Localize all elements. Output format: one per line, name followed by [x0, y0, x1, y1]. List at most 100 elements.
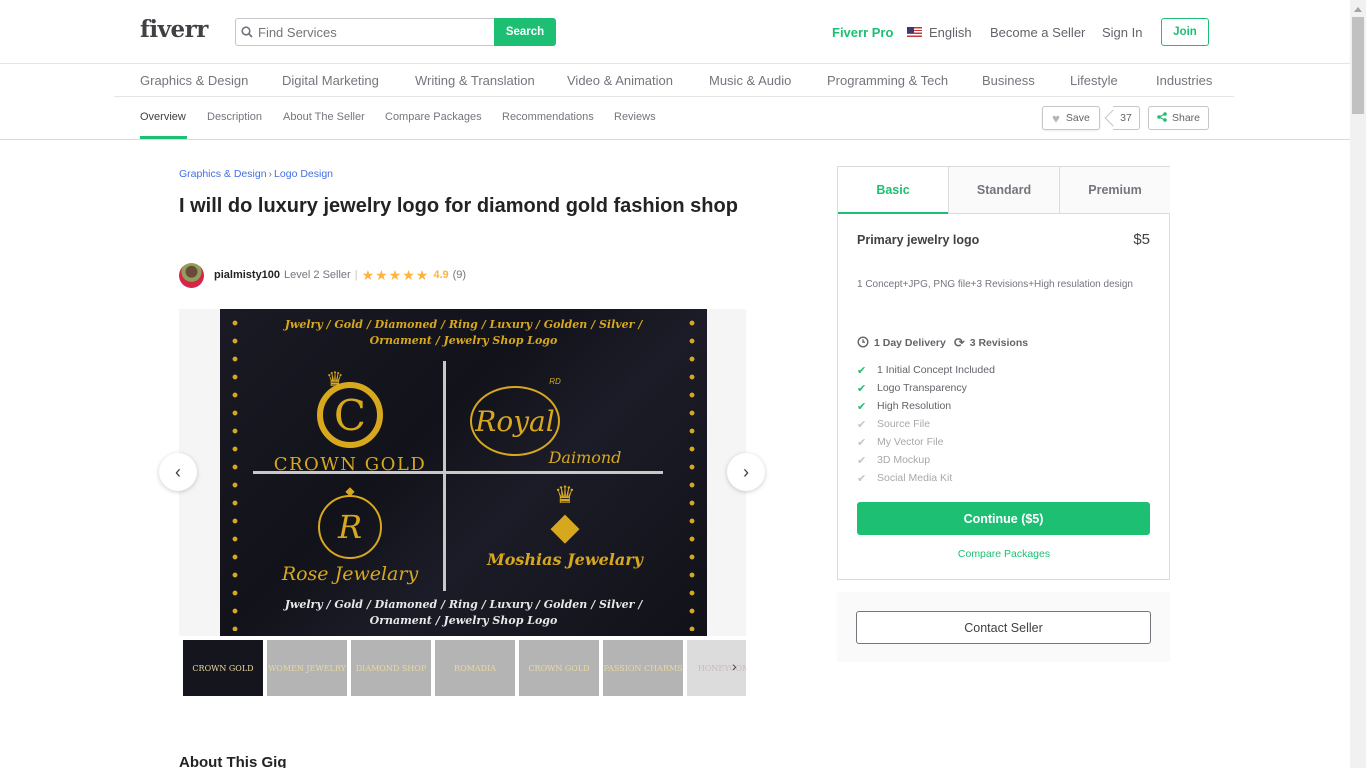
package-tab-basic[interactable]: Basic [838, 167, 948, 214]
search-field[interactable] [235, 18, 495, 46]
diamond-icon: ◆ [345, 484, 355, 498]
share-label: Share [1171, 112, 1201, 124]
check-icon: ✔ [857, 436, 867, 449]
scrollbar-thumb[interactable] [1352, 17, 1364, 114]
thumbnail-next-icon[interactable]: › [732, 658, 737, 674]
thumbnail-label: DIAMOND SHOP [355, 663, 427, 673]
image-divider-vertical [443, 361, 446, 591]
page-scrollbar[interactable] [1350, 0, 1366, 768]
about-gig-heading: About This Gig [179, 754, 287, 768]
seller-avatar[interactable] [179, 262, 204, 288]
thumbnail[interactable]: CROWN GOLD [519, 640, 599, 696]
check-icon: ✔ [857, 472, 867, 485]
tab-about-seller[interactable]: About The Seller [283, 111, 365, 123]
decorative-dots-right [689, 314, 695, 631]
logo-mark: Royal [475, 404, 555, 438]
thumbnail[interactable]: HONEYCOMB [687, 640, 746, 696]
chevron-left-icon: ‹ [175, 461, 181, 482]
fiverr-pro-link[interactable]: Fiverr Pro [832, 0, 893, 64]
category-lifestyle[interactable]: Lifestyle [1070, 73, 1118, 88]
contact-panel: Contact Seller [837, 592, 1170, 662]
search-button[interactable]: Search [494, 18, 556, 46]
category-business[interactable]: Business [982, 73, 1035, 88]
breadcrumb-graphics-design[interactable]: Graphics & Design [179, 168, 267, 180]
category-programming-tech[interactable]: Programming & Tech [827, 73, 948, 88]
tab-description[interactable]: Description [207, 111, 262, 123]
package-name: Primary jewelry logo [857, 233, 980, 247]
thumbnail-label: CROWN GOLD [192, 663, 254, 673]
feature-label: Logo Transparency [877, 382, 967, 394]
become-seller-link[interactable]: Become a Seller [990, 0, 1085, 64]
search-input[interactable] [258, 24, 478, 40]
thumbnail-strip: CROWN GOLD WOMEN JEWELRY DIAMOND SHOP RO… [183, 640, 746, 696]
tab-overview[interactable]: Overview [140, 111, 186, 123]
package-features: ✔ 1 Initial Concept Included ✔ Logo Transp… [857, 361, 995, 487]
join-button[interactable]: Join [1161, 18, 1209, 46]
category-industries[interactable]: Industries [1156, 73, 1212, 88]
logo-name: Rose Jewelary [281, 563, 419, 585]
gallery-prev-button[interactable]: ‹ [159, 453, 197, 491]
logo-crown-gold: ♛ C CROWN GOLD [260, 367, 440, 475]
thumbnail-label: HONEYCOMB [697, 663, 746, 673]
crown-icon: ♛ [554, 482, 576, 509]
seller-username[interactable]: pialmisty100 [214, 269, 280, 281]
feature-item: ✔ High Resolution [857, 397, 995, 415]
share-button[interactable]: Share [1148, 106, 1209, 130]
us-flag-icon [907, 27, 922, 37]
tab-compare-packages[interactable]: Compare Packages [385, 111, 482, 123]
save-button[interactable]: ♥ Save [1042, 106, 1100, 130]
package-tab-standard[interactable]: Standard [948, 167, 1059, 214]
scroll-up-arrow-icon[interactable] [1354, 7, 1362, 12]
feature-label: High Resolution [877, 400, 952, 412]
rating-count[interactable]: (9) [453, 269, 466, 281]
check-icon: ✔ [857, 382, 867, 395]
save-count-value: 37 [1120, 112, 1132, 124]
thumbnail[interactable]: CROWN GOLD [183, 640, 263, 696]
image-footer-text: Jwelry / Gold / Diamoned / Ring / Luxury… [220, 597, 707, 629]
category-video-animation[interactable]: Video & Animation [567, 73, 673, 88]
logo-mark: R [318, 495, 382, 559]
seller-level: Level 2 Seller [284, 269, 351, 281]
delivery-time: 1 Day Delivery [857, 335, 946, 351]
thumbnail-label: WOMEN JEWELRY [268, 663, 346, 673]
gallery-next-button[interactable]: › [727, 453, 765, 491]
tab-recommendations[interactable]: Recommendations [502, 111, 594, 123]
heart-icon: ♥ [1052, 110, 1060, 126]
sign-in-link[interactable]: Sign In [1102, 0, 1142, 64]
star-rating-icon: ★★★★★ [361, 266, 430, 283]
feature-label: Source File [877, 418, 931, 430]
category-digital-marketing[interactable]: Digital Marketing [282, 73, 379, 88]
continue-button[interactable]: Continue ($5) [857, 502, 1150, 535]
logo-mark: ◆ [550, 506, 580, 548]
thumbnail[interactable]: ROMADIA [435, 640, 515, 696]
fiverr-logo[interactable]: fiverr [140, 16, 208, 43]
category-graphics-design[interactable]: Graphics & Design [140, 73, 248, 88]
breadcrumb-separator: › [268, 168, 273, 180]
category-writing-translation[interactable]: Writing & Translation [415, 73, 535, 88]
category-music-audio[interactable]: Music & Audio [709, 73, 791, 88]
feature-item: ✔ Logo Transparency [857, 379, 995, 397]
package-description: 1 Concept+JPG, PNG file+3 Revisions+High… [857, 279, 1133, 290]
gig-section-nav: Overview Description About The Seller Co… [0, 97, 1350, 140]
gig-main-image[interactable]: Jwelry / Gold / Diamoned / Ring / Luxury… [220, 309, 707, 636]
package-tab-premium[interactable]: Premium [1059, 167, 1170, 214]
feature-label: My Vector File [877, 436, 944, 448]
gig-gallery: Jwelry / Gold / Diamoned / Ring / Luxury… [179, 309, 746, 636]
check-icon: ✔ [857, 400, 867, 413]
thumbnail[interactable]: DIAMOND SHOP [351, 640, 431, 696]
language-selector[interactable]: English [907, 0, 972, 64]
separator: | [354, 269, 358, 281]
thumbnail[interactable]: PASSION CHARMS [603, 640, 683, 696]
thumbnail[interactable]: WOMEN JEWELRY [267, 640, 347, 696]
package-tabs: Basic Standard Premium [838, 167, 1170, 214]
tab-reviews[interactable]: Reviews [614, 111, 656, 123]
feature-item: ✔ Social Media Kit [857, 469, 995, 487]
revisions: ⟳ 3 Revisions [954, 335, 1028, 351]
breadcrumb-logo-design[interactable]: Logo Design [274, 168, 333, 180]
search-icon [236, 26, 258, 38]
contact-seller-button[interactable]: Contact Seller [856, 611, 1151, 644]
compare-packages-link[interactable]: Compare Packages [838, 548, 1170, 560]
logo-top: RD [549, 377, 561, 386]
revisions-label: 3 Revisions [969, 337, 1029, 349]
top-header: fiverr Search Fiverr Pro English Become … [0, 0, 1350, 64]
